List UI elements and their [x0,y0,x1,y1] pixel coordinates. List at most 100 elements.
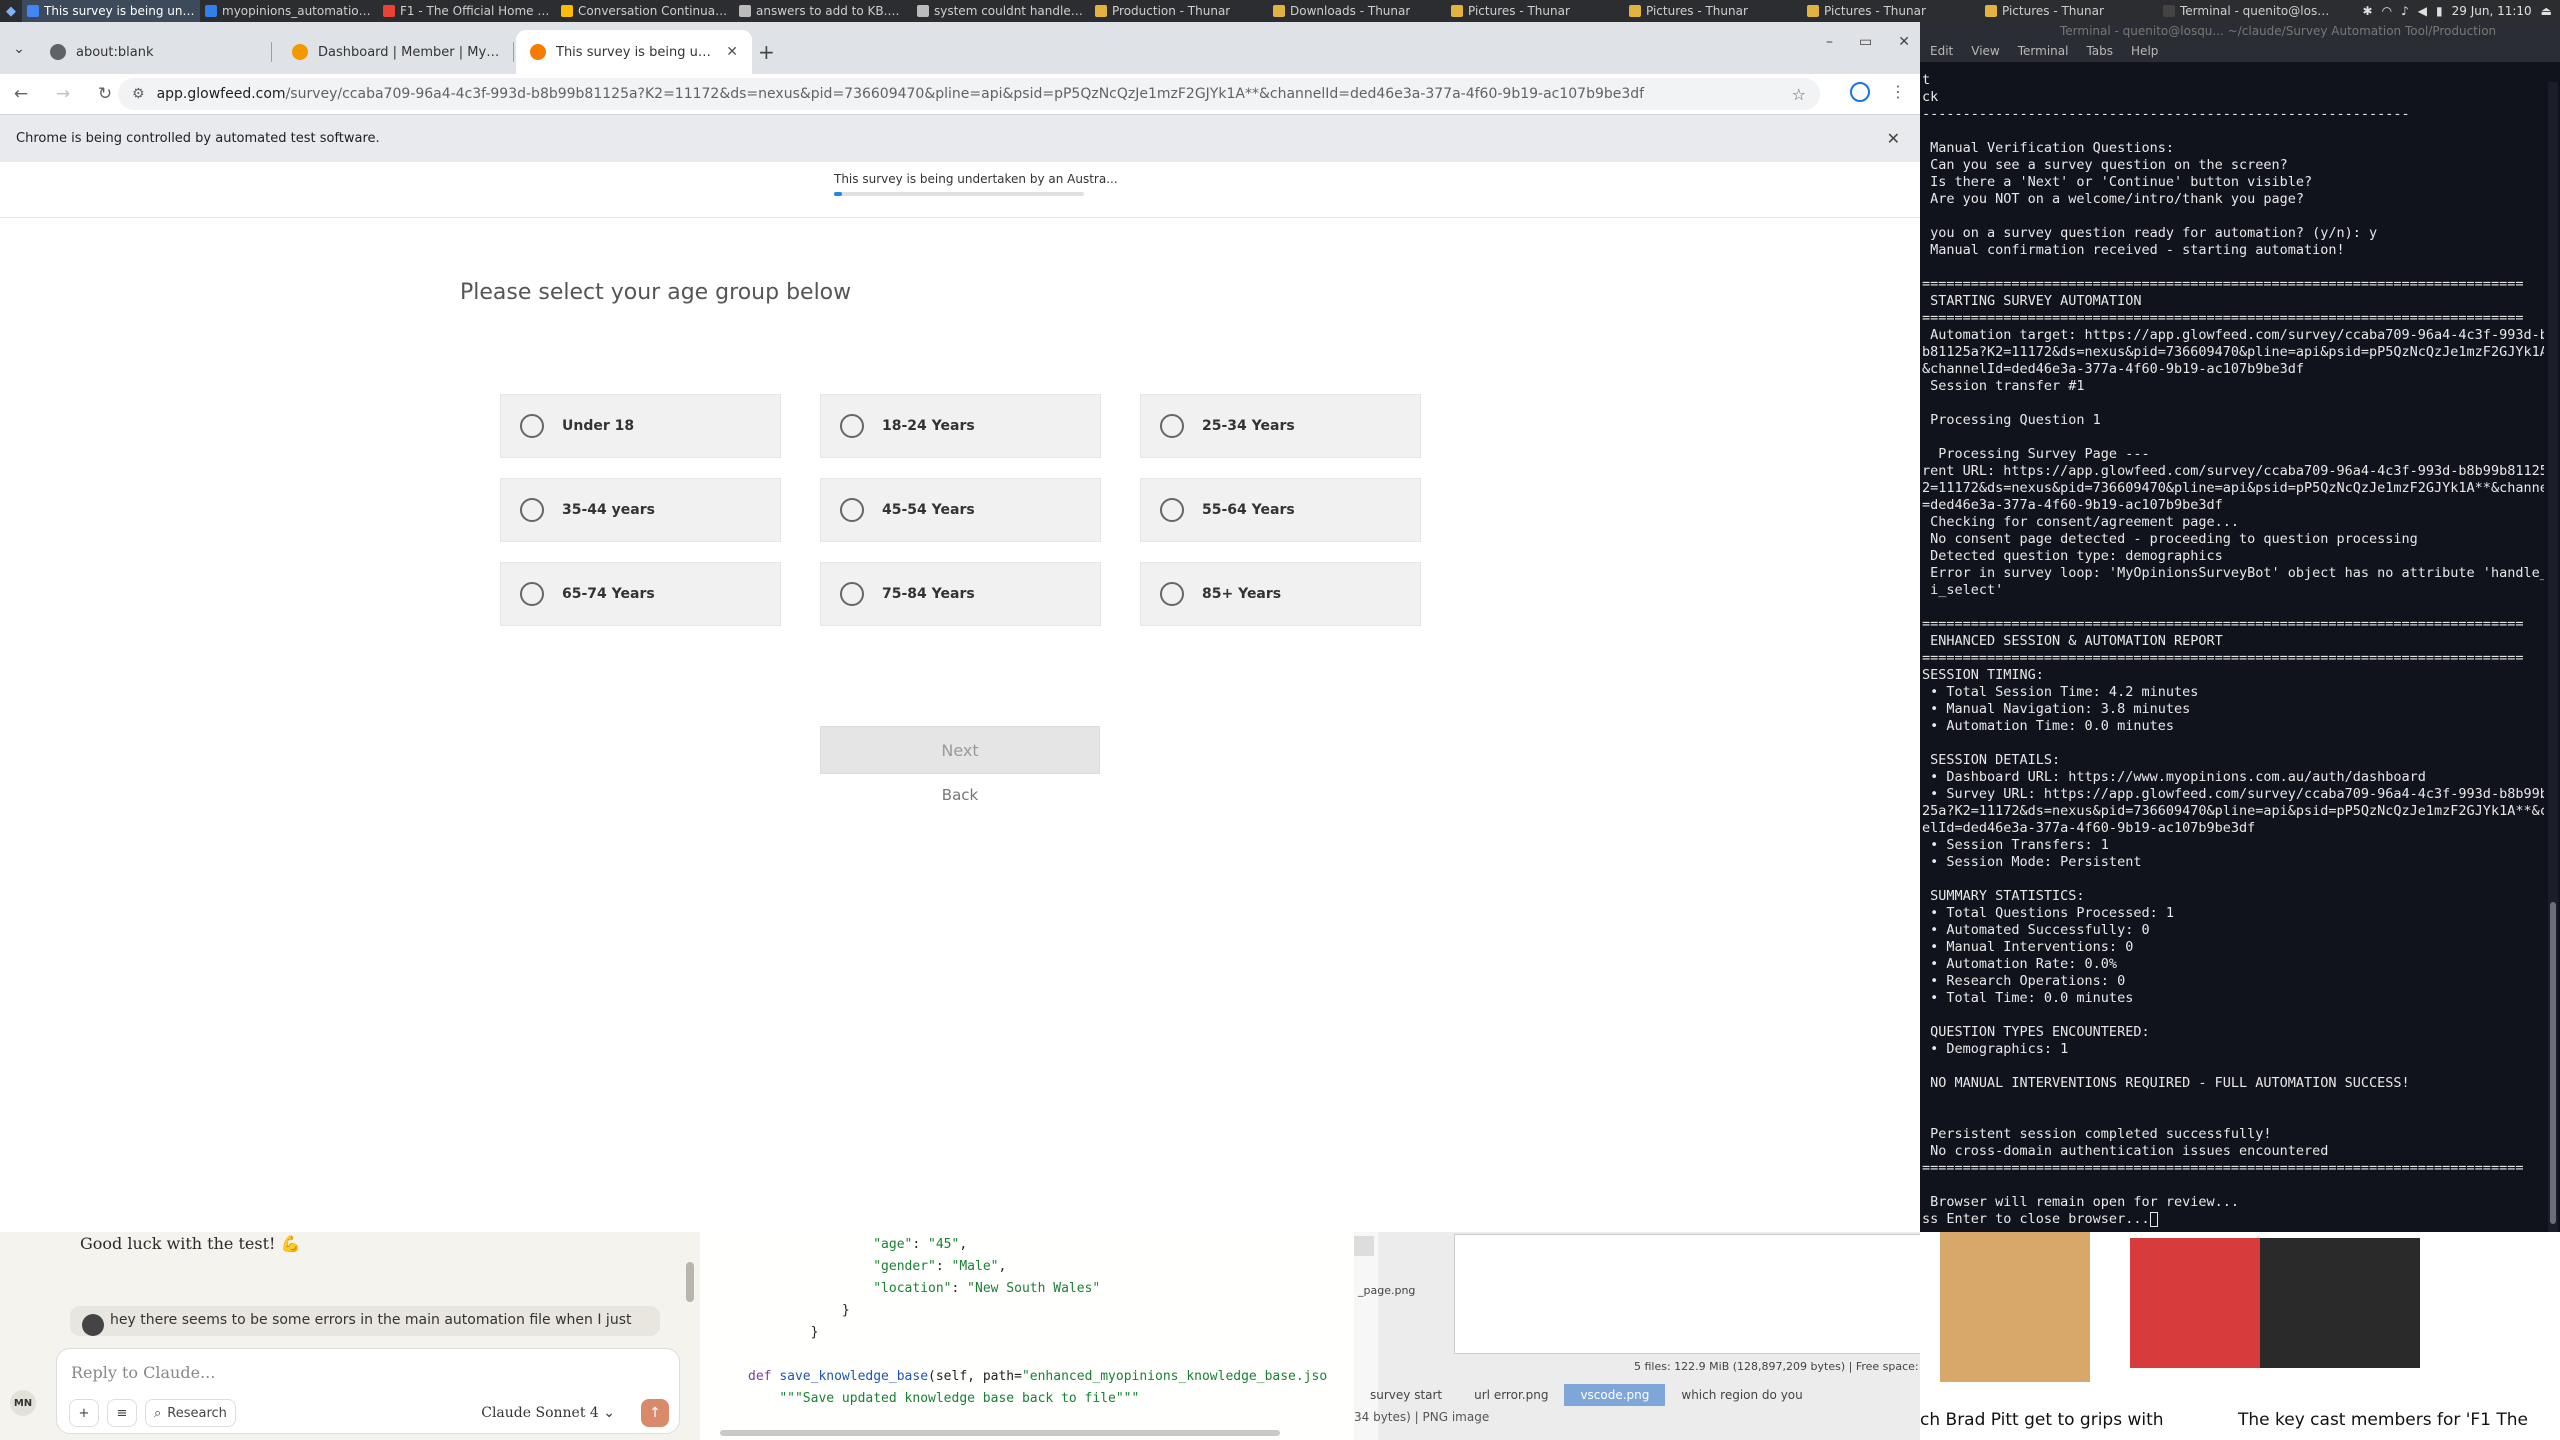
age-option[interactable]: 45-54 Years [820,478,1101,542]
taskbar-item[interactable]: This survey is being und... [22,0,200,22]
image-preview [1454,1234,1920,1354]
file-item[interactable]: which region do you [1665,1388,1818,1402]
app-icon [205,5,217,17]
age-option[interactable]: Under 18 [500,394,781,458]
taskbar-item[interactable]: Conversation Continuati... [556,0,734,22]
file-thumbnail[interactable] [1354,1236,1374,1256]
taskbar-item[interactable]: Pictures - Thunar [1980,0,2158,22]
more-menu-icon[interactable]: ⋮ [1890,82,1906,102]
infobar-close-icon[interactable]: ✕ [1887,129,1900,148]
terminal-menu-item[interactable]: View [1971,44,1999,58]
news-headline-2[interactable]: The key cast members for 'F1 The [2238,1410,2528,1430]
add-attachment-button[interactable]: + [69,1399,99,1427]
terminal-menu-item[interactable]: Tabs [2086,44,2113,58]
age-option[interactable]: 25-34 Years [1140,394,1421,458]
news-image[interactable] [1940,1232,2090,1382]
back-icon[interactable]: ← [10,84,32,104]
minimize-icon[interactable]: – [1826,34,1833,50]
code-location-key: "location" [873,1281,952,1296]
tools-button[interactable]: ≡ [107,1399,137,1427]
radio-button[interactable] [520,414,544,438]
next-button[interactable]: Next [820,726,1100,774]
terminal-menu-item[interactable]: Help [2131,44,2158,58]
age-option[interactable]: 85+ Years [1140,562,1421,626]
taskbar-item-label: answers to add to KB.pn... [756,4,907,18]
research-label: Research [167,1405,227,1421]
eject-icon[interactable]: ⏏ [2541,4,2552,18]
research-button[interactable]: ⌕ Research [145,1399,236,1427]
forward-icon[interactable]: → [52,84,74,104]
tab-search-icon[interactable]: ⌄ [6,36,32,62]
close-tab-icon[interactable]: ✕ [726,44,738,60]
maximize-icon[interactable]: ▭ [1859,34,1872,50]
radio-button[interactable] [520,582,544,606]
radio-button[interactable] [1160,498,1184,522]
taskbar-item[interactable]: Pictures - Thunar [1802,0,1980,22]
radio-button[interactable] [840,582,864,606]
code-def-keyword: def [748,1369,772,1384]
tab-label: about:blank [76,44,154,60]
taskbar-item[interactable]: Production - Thunar [1090,0,1268,22]
radio-button[interactable] [840,498,864,522]
profile-icon[interactable] [1850,82,1870,102]
taskbar-item[interactable]: Terminal - quenito@losq... [2158,0,2336,22]
browser-tab[interactable]: Dashboard | Member | MyO... [278,30,514,74]
age-option[interactable]: 65-74 Years [500,562,781,626]
age-option[interactable]: 55-64 Years [1140,478,1421,542]
terminal-cursor [2149,1211,2158,1227]
browser-tab[interactable]: This survey is being undertak... ✕ [516,30,752,74]
code-horizontal-scrollbar[interactable] [720,1430,1280,1436]
radio-button[interactable] [840,414,864,438]
radio-button[interactable] [1160,414,1184,438]
model-selector[interactable]: Claude Sonnet 4 ⌄ [481,1405,615,1421]
file-item[interactable]: url error.png [1458,1388,1564,1402]
app-menu-icon[interactable]: ◆ [0,0,22,22]
file-item[interactable]: vscode.png [1564,1384,1666,1406]
wifi-icon[interactable]: ◠ [2382,4,2392,18]
chat-scrollbar[interactable] [686,1262,694,1302]
terminal-output[interactable]: t ck -----------------------------------… [1920,62,2544,1232]
taskbar-item[interactable]: answers to add to KB.pn... [734,0,912,22]
new-tab-button[interactable]: + [758,40,775,64]
app-icon [1095,5,1107,17]
age-option[interactable]: 35-44 years [500,478,781,542]
taskbar-item[interactable]: Pictures - Thunar [1446,0,1624,22]
address-bar[interactable]: ⚙ app.glowfeed.com/survey/ccaba709-96a4-… [118,78,1820,110]
radio-button[interactable] [520,498,544,522]
close-window-icon[interactable]: ✕ [1898,34,1910,50]
notifications-icon[interactable]: ♪ [2401,4,2409,18]
taskbar-item-label: Production - Thunar [1112,4,1231,18]
tab-strip: ⌄ about:blank Dashboard | Member | MyO...… [0,22,1920,74]
reply-input[interactable]: Reply to Claude... [71,1363,215,1382]
back-link[interactable]: Back [820,786,1100,804]
code-editor[interactable]: "age": "45", "gender": "Male", "location… [700,1232,1354,1440]
taskbar-item[interactable]: system couldnt handle t... [912,0,1090,22]
send-button[interactable]: ↑ [641,1399,669,1427]
app-icon [739,5,751,17]
chat-composer[interactable]: Reply to Claude... + ≡ ⌕ Research Claude … [56,1348,680,1434]
bluetooth-icon[interactable]: ✱ [2363,4,2373,18]
volume-icon[interactable]: ◀ [2418,4,2427,18]
clock[interactable]: 29 Jun, 11:10 [2452,4,2532,18]
age-option[interactable]: 18-24 Years [820,394,1101,458]
terminal-menu-item[interactable]: Terminal [2018,44,2069,58]
news-image-2[interactable] [2130,1238,2420,1368]
age-option[interactable]: 75-84 Years [820,562,1101,626]
browser-tab[interactable]: about:blank [36,30,272,74]
site-info-icon[interactable]: ⚙ [132,86,145,102]
reload-icon[interactable]: ↻ [94,84,116,104]
terminal-menu-item[interactable]: Edit [1930,44,1953,58]
account-avatar[interactable]: MN [10,1390,36,1416]
file-page-png[interactable]: _page.png [1358,1284,1415,1297]
taskbar-item[interactable]: myopinions_automation... [200,0,378,22]
news-headline-1[interactable]: ch Brad Pitt get to grips with [1920,1410,2164,1430]
terminal-scrollbar[interactable] [2548,82,2558,1232]
taskbar-item[interactable]: F1 - The Official Home o... [378,0,556,22]
file-item[interactable]: survey start [1354,1388,1458,1402]
taskbar-item[interactable]: Downloads - Thunar [1268,0,1446,22]
bookmark-star-icon[interactable]: ☆ [1792,85,1806,104]
radio-button[interactable] [1160,582,1184,606]
taskbar-item[interactable]: Pictures - Thunar [1624,0,1802,22]
browser-toolbar: ← → ↻ ⚙ app.glowfeed.com/survey/ccaba709… [0,74,1920,114]
battery-icon[interactable]: ▮ [2436,4,2443,18]
